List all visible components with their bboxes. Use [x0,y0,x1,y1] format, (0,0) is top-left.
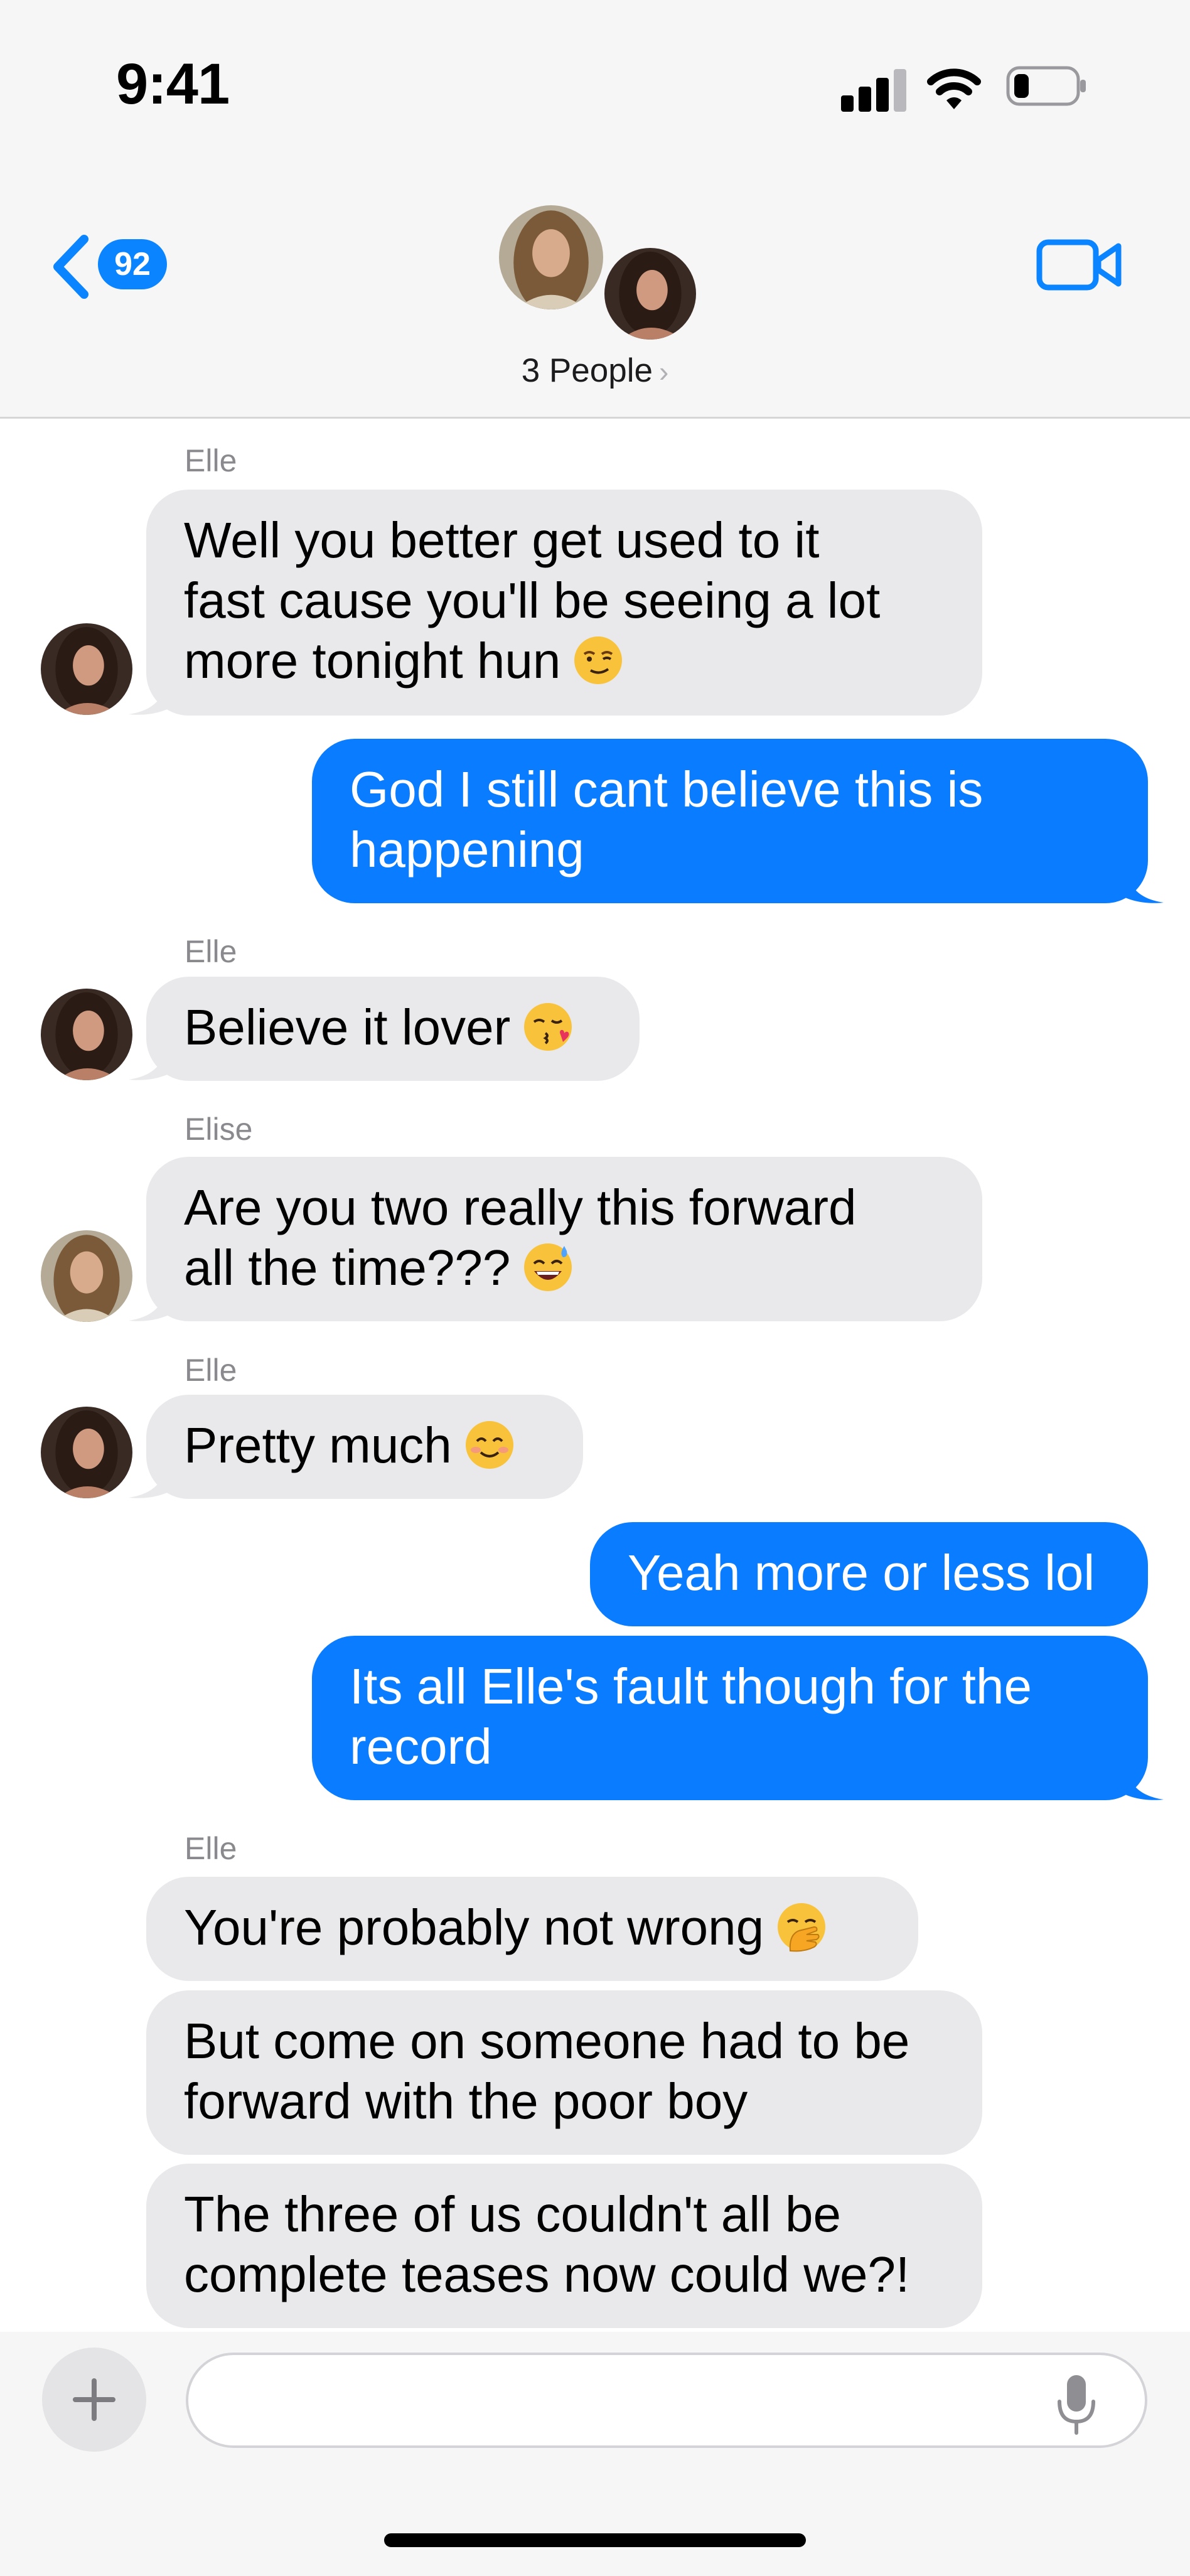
incoming-message[interactable]: Are you two really this forward all the … [146,1157,982,1321]
header-divider [0,417,1190,419]
avatar [41,1407,132,1498]
incoming-message[interactable]: Believe it lover [146,977,640,1081]
message-line: more tonight hun [184,631,945,691]
outgoing-message[interactable]: Yeah more or less lol [590,1522,1148,1626]
sender-name: Elise [185,1112,253,1147]
wifi-icon [927,68,981,109]
cellular-signal-icon [841,69,907,112]
conversation-title[interactable]: 3 People › [0,352,1190,390]
bubble-tail [129,1038,185,1080]
plus-button[interactable] [42,2348,146,2452]
message-line: Pretty much [184,1415,545,1476]
message-line: You're probably not wrong [184,1897,881,1958]
chevron-right-icon: › [658,355,669,388]
sender-name: Elle [185,934,237,969]
sender-name: Elle [185,443,237,478]
avatar [499,205,603,309]
avatar [41,623,132,715]
incoming-message[interactable]: The three of us couldn't all be complete… [146,2164,982,2328]
plus-icon [73,2378,115,2421]
smirk-emoji-icon [574,636,623,684]
message-line: record [350,1719,492,1774]
avatar [41,989,132,1080]
back-button[interactable]: 92 [49,229,168,304]
hand-over-mouth-emoji-icon [778,1903,826,1952]
outgoing-message[interactable]: Its all Elle's fault though for the reco… [312,1636,1148,1800]
message-input[interactable] [186,2353,1147,2448]
battery-icon [1006,66,1086,106]
bubble-tail [1107,861,1164,903]
message-line: forward with the poor boy [184,2073,748,2129]
message-line: Its all Elle's fault though for the [350,1658,1032,1714]
bubble-tail [129,1279,185,1321]
video-call-icon[interactable] [1036,233,1123,296]
sweat-smile-emoji-icon [524,1243,572,1291]
status-time: 9:41 [116,52,230,116]
unread-count-badge: 92 [98,239,167,289]
smile-emoji-icon [465,1421,513,1469]
message-line: Believe it lover [184,997,602,1058]
bubble-tail [129,673,185,715]
message-line: happening [350,822,584,877]
message-line: God I still cant believe this is [350,761,984,817]
bubble-tail [129,1456,185,1498]
message-line: complete teases now could we?! [184,2246,910,2302]
kiss-emoji-icon [524,1003,572,1051]
message-line: The three of us couldn't all be [184,2186,842,2242]
chevron-left-icon [53,235,88,299]
sender-name: Elle [185,1831,237,1866]
outgoing-message[interactable]: God I still cant believe this is happeni… [312,739,1148,903]
incoming-message[interactable]: Pretty much [146,1395,583,1499]
microphone-icon[interactable] [1054,2373,1098,2435]
conversation-title-text: 3 People [521,352,653,389]
bubble-tail [1107,1758,1164,1800]
message-line: But come on someone had to be [184,2013,910,2069]
message-line: fast cause you'll be seeing a lot [184,572,881,628]
message-line: all the time??? [184,1238,945,1298]
incoming-message[interactable]: Well you better get used to it fast caus… [146,490,982,716]
group-avatars[interactable] [499,205,700,343]
avatar [41,1230,132,1322]
incoming-message[interactable]: But come on someone had to be forward wi… [146,1990,982,2155]
sender-name: Elle [185,1353,237,1388]
avatar [604,248,696,340]
home-indicator [384,2533,806,2547]
incoming-message[interactable]: You're probably not wrong [146,1877,918,1981]
message-line: Well you better get used to it [184,512,820,568]
message-line: Are you two really this forward [184,1179,857,1235]
message-line: Yeah more or less lol [628,1545,1095,1601]
